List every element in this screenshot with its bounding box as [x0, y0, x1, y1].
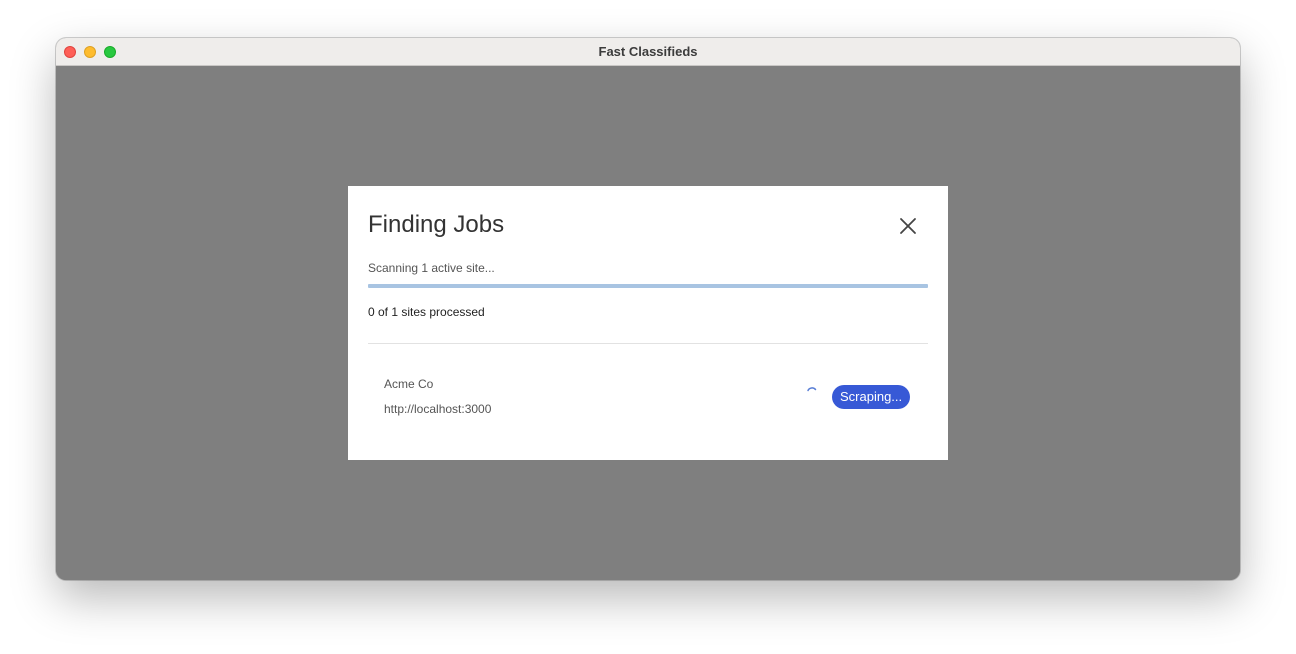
title-bar: Fast Classifieds — [56, 38, 1240, 66]
finding-jobs-dialog: Finding Jobs Scanning 1 active site... 0… — [348, 186, 948, 460]
dialog-close-button[interactable] — [894, 212, 922, 240]
processed-count-text: 0 of 1 sites processed — [368, 305, 485, 319]
close-icon — [900, 218, 916, 234]
window-title: Fast Classifieds — [598, 44, 698, 59]
dialog-title: Finding Jobs — [368, 211, 505, 238]
status-badge: Scraping... — [832, 385, 911, 409]
modal-backdrop: Finding Jobs Scanning 1 active site... 0… — [56, 66, 1240, 580]
app-window: Fast Classifieds Finding Jobs Scanning 1… — [56, 38, 1240, 580]
site-url: http://localhost:3000 — [384, 402, 492, 416]
site-name: Acme Co — [384, 377, 434, 391]
progress-bar — [368, 284, 928, 288]
scan-status-text: Scanning 1 active site... — [368, 261, 495, 275]
divider — [368, 343, 928, 344]
loading-spinner-icon — [807, 387, 817, 392]
